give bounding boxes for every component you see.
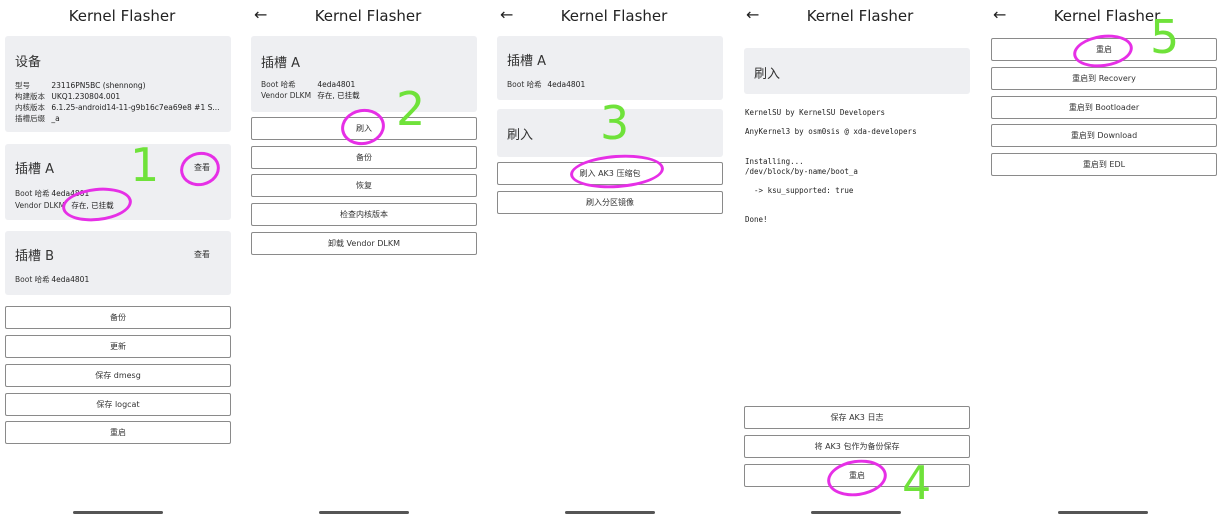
log-line: Done! [745,215,768,224]
restore-button[interactable]: 恢复 [251,174,477,197]
app-title: Kernel Flasher [68,7,176,25]
flash-partition-image-button[interactable]: 刷入分区镜像 [497,191,723,214]
flash-log-card-title: 刷入 [754,67,781,82]
flash-card-title: 刷入 [507,128,534,143]
slot-a-dlkm-row: Vendor DLKM 存在, 已挂载 [261,90,360,101]
device-row-kernel: 内核版本 6.1.25-android14-11-g9b16c7ea69e8 #… [15,102,220,113]
slot-b-card: 插槽 B 查看 Boot 哈希 4eda4801 [5,231,231,295]
unmount-vendor-dlkm-button[interactable]: 卸载 Vendor DLKM [251,232,477,255]
reboot-download-button[interactable]: 重启到 Download [991,124,1217,147]
device-row-slot-suffix: 插槽后缀 _a [15,113,60,124]
app-title: Kernel Flasher [560,7,668,25]
row-key: Boot 哈希 [261,80,296,89]
slot-a-title: 插槽 A [507,54,547,69]
row-key: Vendor DLKM [261,91,312,100]
gesture-handle [319,511,409,514]
row-value: 23116PN5BC (shennong) [51,81,146,90]
slot-a-card: 插槽 A Boot 哈希 4eda4801 Vendor DLKM 存在, 已挂… [251,36,477,112]
device-row-build: 构建版本 UKQ1.230804.001 [15,91,120,102]
row-key: 内核版本 [15,103,45,112]
app-bar: ← Kernel Flasher [492,0,736,34]
reboot-recovery-button[interactable]: 重启到 Recovery [991,67,1217,90]
annotation-number: 2 [396,82,426,136]
gesture-handle [565,511,655,514]
app-title: Kernel Flasher [314,7,422,25]
row-key: Boot 哈希 [15,189,50,198]
app-bar: ← Kernel Flasher [738,0,982,34]
slot-a-card: 插槽 A Boot 哈希 4eda4801 [497,36,723,100]
row-key: Boot 哈希 [15,275,50,284]
check-kernel-version-button[interactable]: 检查内核版本 [251,203,477,226]
row-value: _a [51,114,60,123]
save-ak3-as-backup-button[interactable]: 将 AK3 包作为备份保存 [744,435,970,458]
device-row-model: 型号 23116PN5BC (shennong) [15,80,146,91]
gesture-handle [1058,511,1148,514]
slot-a-boot-row: Boot 哈希 4eda4801 [507,79,585,90]
annotation-number: 5 [1150,10,1180,64]
slot-a-boot-row: Boot 哈希 4eda4801 [261,79,355,90]
device-card: 设备 型号 23116PN5BC (shennong) 构建版本 UKQ1.23… [5,36,231,132]
row-key: 型号 [15,81,30,90]
log-line: KernelSU by KernelSU Developers [745,108,885,117]
slot-a-title: 插槽 A [261,56,301,71]
log-line: AnyKernel3 by osm0sis @ xda-developers [745,127,917,136]
row-value: 4eda4801 [547,80,586,89]
app-bar: ← Kernel Flasher [985,0,1223,34]
row-value: 存在, 已挂载 [317,91,360,100]
annotation-number: 4 [902,456,932,510]
reboot-bootloader-button[interactable]: 重启到 Bootloader [991,96,1217,119]
row-value: 6.1.25-android14-11-g9b16c7ea69e8 #1 S..… [51,103,220,112]
save-dmesg-button[interactable]: 保存 dmesg [5,364,231,387]
row-key: Vendor DLKM [15,201,66,210]
backup-button[interactable]: 备份 [251,146,477,169]
flash-log-card: 刷入 [744,48,970,94]
log-line: /dev/block/by-name/boot_a [745,167,858,176]
slot-b-boot-row: Boot 哈希 4eda4801 [15,274,89,285]
save-ak3-log-button[interactable]: 保存 AK3 日志 [744,406,970,429]
gesture-handle [73,511,163,514]
update-button[interactable]: 更新 [5,335,231,358]
log-line: -> ksu_supported: true [745,186,854,195]
app-bar: Kernel Flasher [0,0,244,34]
app-bar: ← Kernel Flasher [246,0,490,34]
row-value: 4eda4801 [51,275,90,284]
reboot-button[interactable]: 重启 [5,421,231,444]
slot-a-title: 插槽 A [15,162,55,177]
slot-b-view-link[interactable]: 查看 [194,249,210,260]
row-key: 构建版本 [15,92,45,101]
log-line: Installing... [745,157,804,166]
row-key: Boot 哈希 [507,80,542,89]
annotation-number: 3 [600,96,630,150]
slot-b-title: 插槽 B [15,249,55,264]
row-value: 4eda4801 [317,80,356,89]
device-card-title: 设备 [15,55,42,70]
save-logcat-button[interactable]: 保存 logcat [5,393,231,416]
row-key: 插槽后缀 [15,114,45,123]
annotation-number: 1 [130,138,160,192]
app-title: Kernel Flasher [806,7,914,25]
reboot-edl-button[interactable]: 重启到 EDL [991,153,1217,176]
app-title: Kernel Flasher [1053,7,1161,25]
backup-button[interactable]: 备份 [5,306,231,329]
row-value: UKQ1.230804.001 [51,92,121,101]
gesture-handle [811,511,901,514]
